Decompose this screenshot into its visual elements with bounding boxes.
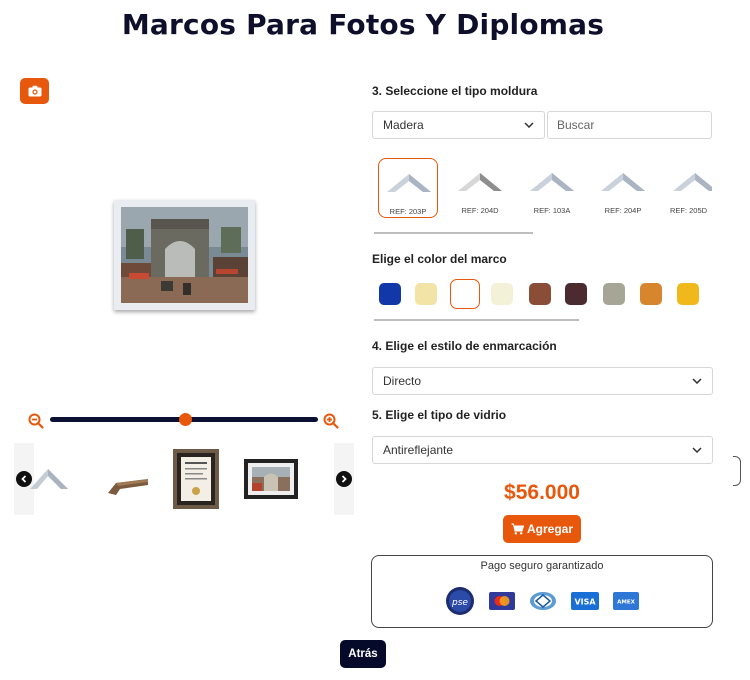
- zoom-in-icon[interactable]: [323, 413, 339, 429]
- chevron-left-icon: [21, 475, 27, 483]
- moulding-option[interactable]: REF: 103A: [522, 158, 582, 218]
- pse-icon: pse: [446, 587, 474, 615]
- svg-text:pse: pse: [451, 598, 468, 608]
- moulding-category-value: Madera: [383, 118, 424, 132]
- zoom-slider-thumb[interactable]: [178, 413, 192, 426]
- color-swatch[interactable]: [529, 283, 551, 305]
- moulding-ref: REF: 204P: [604, 206, 642, 215]
- frame-preview: [114, 200, 255, 310]
- camera-upload-button[interactable]: [20, 78, 49, 104]
- chevron-down-icon: [692, 447, 702, 453]
- moulding-step-label: 3. Seleccione el tipo moldura: [372, 84, 538, 98]
- visa-icon: VISA: [571, 592, 599, 610]
- thumbnail-diploma-frame[interactable]: [173, 449, 219, 509]
- amex-icon: AMEX: [613, 592, 639, 610]
- carousel-next-button[interactable]: [336, 471, 352, 487]
- side-tab[interactable]: [733, 456, 741, 486]
- diners-club-icon: [530, 592, 556, 610]
- color-swatch[interactable]: [603, 283, 625, 305]
- chevron-down-icon: [692, 378, 702, 384]
- chevron-right-icon: [341, 475, 347, 483]
- arc-de-triomphe-painting: [121, 207, 248, 303]
- color-swatch[interactable]: [491, 283, 513, 305]
- secure-payment-text: Pago seguro garantizado: [480, 560, 604, 572]
- color-scrollbar[interactable]: [374, 319, 579, 321]
- thumbnail-carousel: [14, 443, 354, 515]
- moulding-option[interactable]: REF: 203P: [378, 158, 438, 218]
- color-step-label: Elige el color del marco: [372, 252, 507, 266]
- color-swatch[interactable]: [677, 283, 699, 305]
- moulding-search-input[interactable]: [547, 111, 712, 139]
- color-swatch[interactable]: [565, 283, 587, 305]
- thumbnail-moulding-profile[interactable]: [28, 465, 70, 491]
- color-swatch[interactable]: [415, 283, 437, 305]
- price: $56.000: [504, 481, 580, 504]
- chevron-down-icon: [524, 122, 534, 128]
- glass-step-label: 5. Elige el tipo de vidrio: [372, 408, 507, 422]
- color-swatch[interactable]: [640, 283, 662, 305]
- moulding-profile-icon: [387, 174, 431, 192]
- moulding-scrollbar[interactable]: [374, 232, 533, 234]
- mastercard-icon: [489, 592, 515, 610]
- moulding-option[interactable]: REF: 205D: [665, 158, 712, 218]
- add-to-cart-button[interactable]: Agregar: [503, 515, 581, 543]
- framing-style-select[interactable]: Directo: [372, 367, 713, 395]
- color-swatch[interactable]: [450, 279, 480, 309]
- color-swatch[interactable]: [379, 283, 401, 305]
- glass-type-value: Antireflejante: [383, 443, 454, 457]
- moulding-profile-icon: [530, 173, 574, 191]
- moulding-category-select[interactable]: Madera: [372, 111, 545, 139]
- moulding-ref: REF: 204D: [461, 206, 499, 215]
- moulding-option[interactable]: REF: 204P: [593, 158, 653, 218]
- camera-icon: [28, 85, 41, 97]
- zoom-out-icon[interactable]: [28, 413, 44, 429]
- back-button[interactable]: Atrás: [340, 640, 386, 668]
- moulding-profile-icon: [458, 173, 502, 191]
- moulding-profile-icon: [601, 173, 645, 191]
- secure-payment-box: Pago seguro garantizado pse VISA AMEX: [371, 555, 713, 628]
- glass-type-select[interactable]: Antireflejante: [372, 436, 713, 464]
- moulding-ref: REF: 203P: [389, 207, 427, 216]
- svg-text:VISA: VISA: [574, 598, 596, 607]
- moulding-profile-icon: [673, 173, 712, 191]
- moulding-ref: REF: 103A: [533, 206, 571, 215]
- moulding-ref: REF: 205D: [669, 206, 708, 215]
- thumbnail-moulding-corner[interactable]: [106, 471, 150, 497]
- thumbnail-framed-painting[interactable]: [244, 459, 298, 499]
- page-title: Marcos Para Fotos Y Diplomas: [121, 8, 605, 41]
- add-to-cart-label: Agregar: [526, 522, 573, 536]
- moulding-option[interactable]: REF: 204D: [450, 158, 510, 218]
- cart-icon: [511, 523, 524, 535]
- framing-style-value: Directo: [383, 374, 422, 388]
- style-step-label: 4. Elige el estilo de enmarcación: [372, 339, 557, 353]
- svg-text:AMEX: AMEX: [617, 600, 635, 606]
